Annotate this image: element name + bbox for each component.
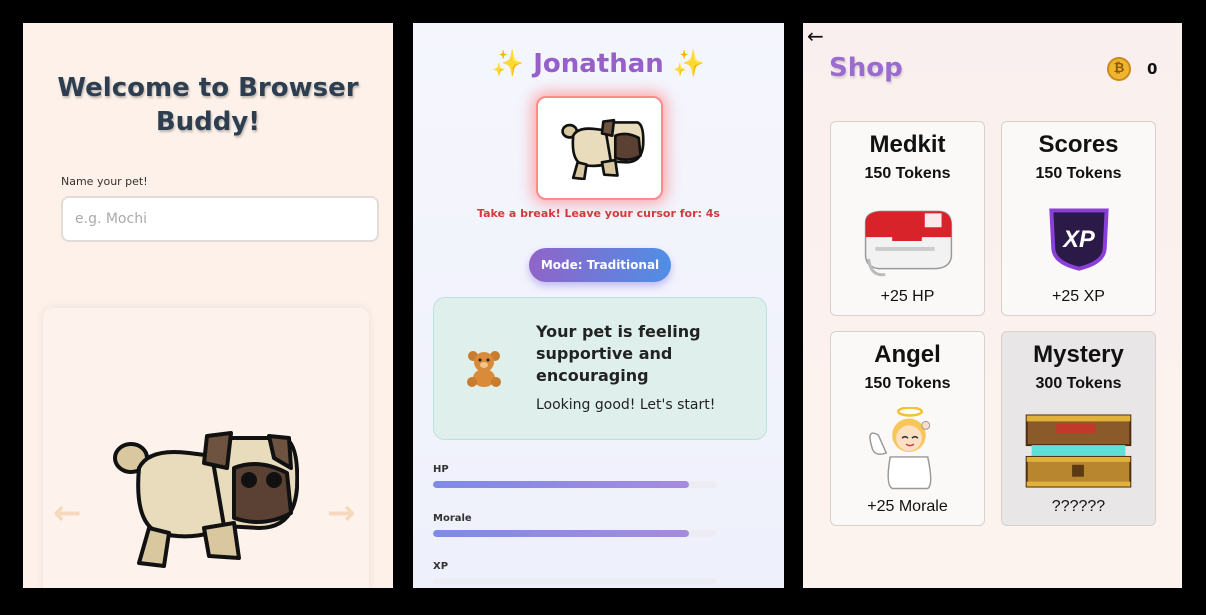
- svg-text:XP: XP: [1061, 227, 1095, 253]
- shop-item-mystery[interactable]: Mystery 300 Tokens ??????: [1001, 331, 1156, 526]
- item-name: Angel: [874, 341, 941, 368]
- back-arrow-icon[interactable]: ←: [807, 24, 824, 48]
- mood-message: Looking good! Let's start!: [536, 397, 716, 413]
- coin-balance: 0: [1147, 60, 1158, 78]
- hp-stat-bar: [433, 481, 717, 488]
- morale-stat-bar: [433, 530, 717, 537]
- shop-item-medkit[interactable]: Medkit 150 Tokens +25 HP: [830, 121, 985, 316]
- shop-screen: ← Shop ₿ 0 Medkit 150 Tokens +25 HP Scor…: [803, 23, 1182, 588]
- break-warning-text: Take a break! Leave your cursor for: 4s: [477, 207, 720, 220]
- prev-pet-arrow-icon[interactable]: ←: [53, 493, 82, 533]
- item-price: 300 Tokens: [1035, 375, 1122, 392]
- coin-icon: ₿: [1107, 57, 1131, 81]
- item-price: 150 Tokens: [1035, 165, 1122, 182]
- item-effect: +25 XP: [1052, 288, 1105, 305]
- item-name: Medkit: [869, 131, 946, 158]
- next-pet-arrow-icon[interactable]: →: [327, 493, 356, 533]
- treasure-chest-icon: [1025, 414, 1132, 488]
- angel-icon: [869, 407, 932, 490]
- item-effect: +25 HP: [880, 288, 935, 305]
- item-name: Scores: [1038, 131, 1119, 158]
- morale-stat-label: Morale: [433, 513, 472, 524]
- shop-item-angel[interactable]: Angel 150 Tokens +25 Morale: [830, 331, 985, 526]
- mode-toggle-button[interactable]: Mode: Traditional: [529, 248, 671, 282]
- pug-pet-icon: [113, 431, 299, 568]
- item-effect: ??????: [1051, 498, 1106, 515]
- welcome-screen: Welcome to Browser Buddy! Name your pet!…: [23, 23, 393, 588]
- pet-name-heading: ✨ Jonathan ✨: [413, 49, 784, 79]
- xp-stat-label: XP: [433, 561, 449, 572]
- xp-stat-bar: [433, 578, 717, 585]
- pet-name-text: Jonathan: [533, 49, 664, 79]
- xp-badge-icon: XP: [1049, 208, 1109, 271]
- sparkle-icon: ✨: [491, 49, 525, 79]
- shop-item-scores[interactable]: Scores 150 Tokens XP +25 XP: [1001, 121, 1156, 316]
- item-price: 150 Tokens: [864, 375, 951, 392]
- mood-title: Your pet is feeling supportive and encou…: [536, 322, 701, 385]
- pet-display-box[interactable]: [536, 96, 663, 200]
- sparkle-icon: ✨: [672, 49, 706, 79]
- morale-stat-fill: [433, 530, 689, 537]
- item-effect: +25 Morale: [867, 498, 948, 515]
- hp-stat-fill: [433, 481, 689, 488]
- mood-card: Your pet is feeling supportive and encou…: [433, 297, 767, 440]
- pet-name-label: Name your pet!: [61, 175, 148, 188]
- medkit-icon: [864, 210, 953, 277]
- pet-name-input[interactable]: [61, 196, 379, 242]
- item-price: 150 Tokens: [864, 165, 951, 182]
- welcome-title: Welcome to Browser Buddy!: [57, 73, 359, 137]
- shop-title: Shop: [829, 53, 903, 83]
- pet-status-screen: ✨ Jonathan ✨ Take a break! Leave your cu…: [413, 23, 784, 588]
- hp-stat-label: HP: [433, 464, 449, 475]
- pug-pet-icon: [561, 118, 645, 180]
- item-name: Mystery: [1033, 341, 1124, 368]
- teddy-bear-icon: [467, 351, 501, 387]
